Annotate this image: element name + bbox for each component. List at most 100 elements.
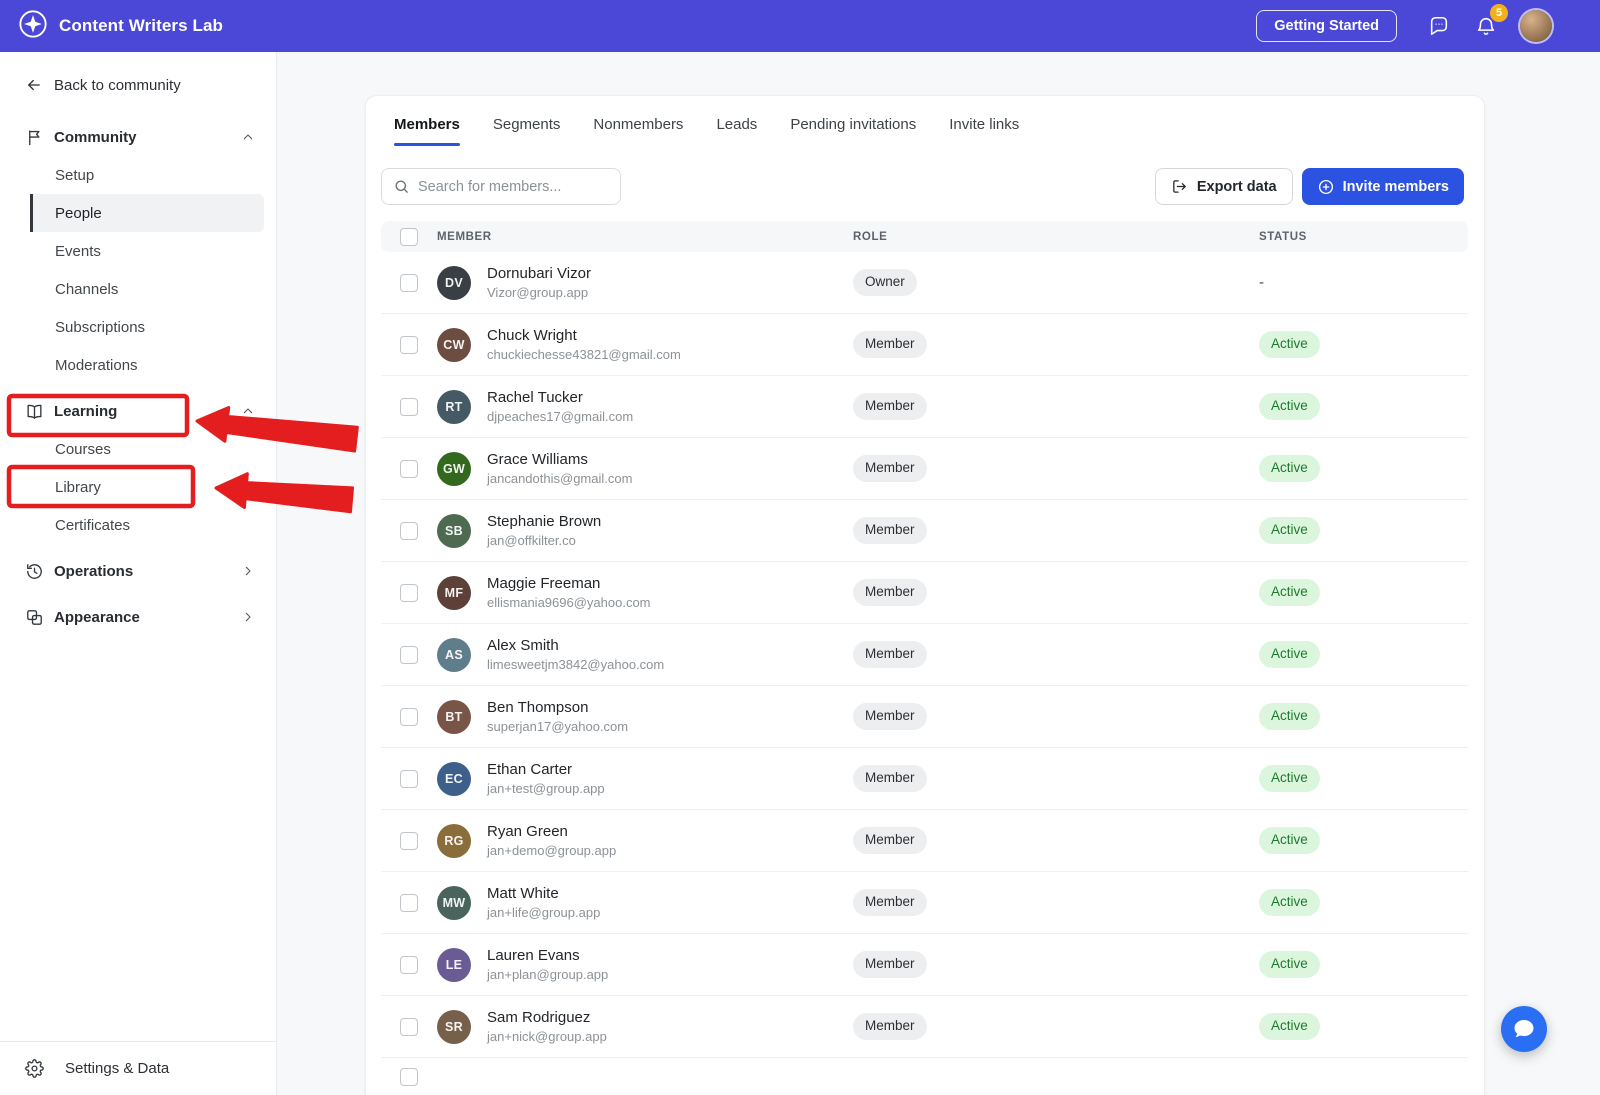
topbar: Content Writers Lab Getting Started 5 <box>0 0 1600 52</box>
status-badge: Active <box>1259 703 1320 730</box>
member-name: Stephanie Brown <box>487 513 601 530</box>
member-avatar: DV <box>437 266 471 300</box>
sidebar-item-channels[interactable]: Channels <box>30 270 264 308</box>
sidebar-section-operations[interactable]: Operations <box>0 552 276 590</box>
member-email: jancandothis@gmail.com <box>487 471 632 486</box>
member-email: jan+nick@group.app <box>487 1029 607 1044</box>
sidebar-item-certificates[interactable]: Certificates <box>30 506 264 544</box>
invite-members-button[interactable]: Invite members <box>1302 168 1464 205</box>
role-badge: Member <box>853 641 927 668</box>
row-checkbox[interactable] <box>400 584 418 602</box>
member-avatar: AS <box>437 638 471 672</box>
row-checkbox[interactable] <box>400 832 418 850</box>
chevron-right-icon <box>240 563 256 579</box>
member-avatar: RT <box>437 390 471 424</box>
row-checkbox[interactable] <box>400 1068 418 1086</box>
sidebar-sections: CommunitySetupPeopleEventsChannelsSubscr… <box>0 118 276 644</box>
status-badge: Active <box>1259 951 1320 978</box>
table-row: RGRyan Greenjan+demo@group.appMemberActi… <box>381 810 1468 872</box>
back-to-community-link[interactable]: Back to community <box>0 76 276 94</box>
search-input[interactable] <box>418 179 609 195</box>
sidebar-item-people[interactable]: People <box>30 194 264 232</box>
table-row: CWChuck Wrightchuckiechesse43821@gmail.c… <box>381 314 1468 376</box>
member-email: djpeaches17@gmail.com <box>487 409 633 424</box>
member-avatar: SR <box>437 1010 471 1044</box>
member-email: jan+life@group.app <box>487 905 600 920</box>
table-row: DVDornubari VizorVizor@group.appOwner- <box>381 252 1468 314</box>
status-badge: Active <box>1259 889 1320 916</box>
table-row: LELauren Evansjan+plan@group.appMemberAc… <box>381 934 1468 996</box>
sidebar-item-setup[interactable]: Setup <box>30 156 264 194</box>
tab-leads[interactable]: Leads <box>716 116 757 146</box>
row-checkbox[interactable] <box>400 770 418 788</box>
tab-pending-invitations[interactable]: Pending invitations <box>790 116 916 146</box>
chat-launcher-button[interactable] <box>1501 1006 1547 1052</box>
getting-started-button[interactable]: Getting Started <box>1256 10 1397 42</box>
row-checkbox[interactable] <box>400 1018 418 1036</box>
row-checkbox[interactable] <box>400 956 418 974</box>
row-checkbox[interactable] <box>400 522 418 540</box>
gear-icon <box>25 1059 44 1078</box>
tab-invite-links[interactable]: Invite links <box>949 116 1019 146</box>
app-body: Back to community CommunitySetupPeopleEv… <box>0 52 1600 1095</box>
table-row: BTBen Thompsonsuperjan17@yahoo.comMember… <box>381 686 1468 748</box>
table-row: MWMatt Whitejan+life@group.appMemberActi… <box>381 872 1468 934</box>
community-logo-icon <box>18 9 48 44</box>
export-data-button[interactable]: Export data <box>1155 168 1293 205</box>
notifications-icon[interactable]: 5 <box>1473 13 1499 39</box>
tab-segments[interactable]: Segments <box>493 116 561 146</box>
row-checkbox[interactable] <box>400 708 418 726</box>
sidebar-item-library[interactable]: Library <box>30 468 264 506</box>
tab-nonmembers[interactable]: Nonmembers <box>593 116 683 146</box>
table-row: SRSam Rodriguezjan+nick@group.appMemberA… <box>381 996 1468 1058</box>
sidebar-item-courses[interactable]: Courses <box>30 430 264 468</box>
user-avatar[interactable] <box>1520 10 1552 42</box>
members-table: MEMBER ROLE STATUS DVDornubari VizorVizo… <box>381 221 1468 1095</box>
sidebar-item-moderations[interactable]: Moderations <box>30 346 264 384</box>
appearance-icon <box>25 608 44 627</box>
row-checkbox[interactable] <box>400 274 418 292</box>
invite-label: Invite members <box>1343 179 1449 195</box>
member-name: Grace Williams <box>487 451 632 468</box>
role-badge: Member <box>853 889 927 916</box>
table-row-partial <box>381 1058 1468 1095</box>
operations-icon <box>25 562 44 581</box>
main-content: Members Segments Nonmembers Leads Pending in… <box>277 52 1600 1095</box>
select-all-checkbox[interactable] <box>400 228 418 246</box>
sidebar-item-events[interactable]: Events <box>30 232 264 270</box>
row-checkbox[interactable] <box>400 894 418 912</box>
member-name: Matt White <box>487 885 600 902</box>
role-badge: Member <box>853 393 927 420</box>
member-email: Vizor@group.app <box>487 285 591 300</box>
sidebar-item-subscriptions[interactable]: Subscriptions <box>30 308 264 346</box>
chevron-right-icon <box>240 609 256 625</box>
sidebar-section-appearance[interactable]: Appearance <box>0 598 276 636</box>
sidebar: Back to community CommunitySetupPeopleEv… <box>0 52 277 1095</box>
settings-data-link[interactable]: Settings & Data <box>0 1041 276 1095</box>
member-email: jan+demo@group.app <box>487 843 616 858</box>
member-avatar: LE <box>437 948 471 982</box>
member-email: limesweetjm3842@yahoo.com <box>487 657 664 672</box>
messages-icon[interactable] <box>1426 13 1452 39</box>
status-badge: Active <box>1259 455 1320 482</box>
table-header: MEMBER ROLE STATUS <box>381 221 1468 252</box>
member-email: jan@offkilter.co <box>487 533 601 548</box>
community-icon <box>25 128 44 147</box>
back-label: Back to community <box>54 77 181 94</box>
role-badge: Member <box>853 517 927 544</box>
row-checkbox[interactable] <box>400 646 418 664</box>
tab-members[interactable]: Members <box>394 116 460 146</box>
brand[interactable]: Content Writers Lab <box>18 9 223 44</box>
row-checkbox[interactable] <box>400 336 418 354</box>
sidebar-section-community[interactable]: Community <box>0 118 276 156</box>
member-avatar: RG <box>437 824 471 858</box>
role-badge: Member <box>853 951 927 978</box>
row-checkbox[interactable] <box>400 460 418 478</box>
sidebar-section-learning[interactable]: Learning <box>0 392 276 430</box>
row-checkbox[interactable] <box>400 398 418 416</box>
member-email: ellismania9696@yahoo.com <box>487 595 651 610</box>
table-row: MFMaggie Freemanellismania9696@yahoo.com… <box>381 562 1468 624</box>
role-badge: Member <box>853 331 927 358</box>
member-name: Sam Rodriguez <box>487 1009 607 1026</box>
member-name: Chuck Wright <box>487 327 681 344</box>
